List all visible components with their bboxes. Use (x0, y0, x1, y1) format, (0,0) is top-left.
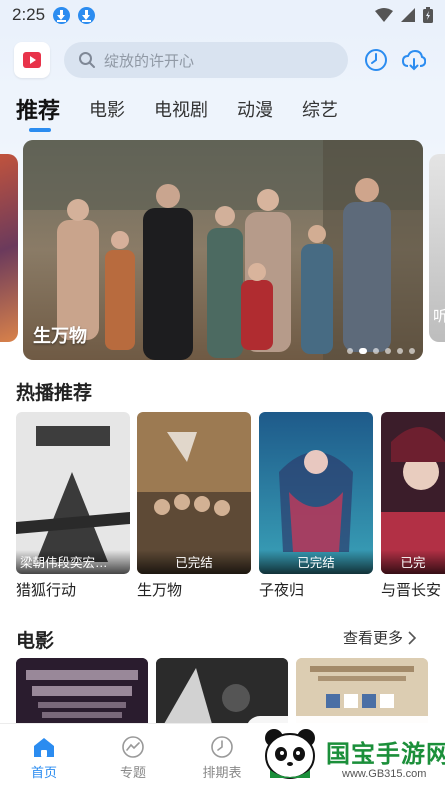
download-icon (53, 6, 71, 24)
card-title: 与晋长安 (381, 582, 442, 599)
status-indicators (375, 7, 433, 23)
tab-movies[interactable]: 电影 (89, 90, 125, 122)
banner-slide[interactable]: 生万物 (23, 140, 423, 360)
nav-home[interactable]: 首页 (14, 736, 74, 781)
history-clock-icon[interactable] (364, 48, 388, 72)
home-icon (34, 738, 54, 757)
carousel-dots (347, 348, 415, 354)
hot-section-title: 热播推荐 (16, 383, 93, 404)
banner-next-peek-text: 听 (433, 308, 445, 325)
carousel-dot[interactable] (385, 348, 391, 354)
site-watermark: 国宝手游网 www.GB315.com (246, 716, 445, 791)
tab-recommend[interactable]: 推荐 (16, 90, 60, 132)
list-item[interactable]: 已完 与晋长安 (381, 412, 445, 600)
tab-variety[interactable]: 综艺 (302, 90, 338, 122)
category-tabs: 推荐 电影 电视剧 动漫 综艺 (0, 90, 445, 134)
poster-tag: 已完结 (137, 550, 251, 574)
cloud-download-icon[interactable] (402, 48, 426, 72)
search-placeholder: 绽放的许开心 (104, 52, 195, 70)
nav-schedule-label: 排期表 (202, 765, 242, 780)
status-time: 2:25 (12, 5, 46, 24)
card-title: 子夜归 (259, 582, 305, 599)
clock-icon (211, 736, 233, 758)
watermark-title: 国宝手游网 (326, 741, 445, 768)
poster: 已完 (381, 412, 445, 574)
view-more-link[interactable]: 查看更多 (343, 627, 417, 648)
hot-list: 梁朝伟段奕宏… 猎狐行动 已完结 生万物 已完结 子夜归 已完 与晋长安 (16, 412, 445, 602)
carousel-dot-active[interactable] (359, 348, 367, 354)
carousel-dot[interactable] (409, 348, 415, 354)
banner-prev-peek[interactable] (0, 154, 18, 342)
poster-tag: 梁朝伟段奕宏… (16, 550, 130, 574)
poster: 梁朝伟段奕宏… (16, 412, 130, 574)
carousel-dot[interactable] (347, 348, 353, 354)
banner-next-peek[interactable]: 听 (429, 154, 445, 342)
trend-icon (122, 736, 144, 758)
movie-poster[interactable] (16, 658, 148, 728)
card-title: 生万物 (137, 582, 183, 599)
download-icon (78, 6, 96, 24)
tab-anime[interactable]: 动漫 (237, 90, 273, 122)
poster: 已完结 (259, 412, 373, 574)
carousel-dot[interactable] (373, 348, 379, 354)
list-item[interactable]: 已完结 生万物 (137, 412, 251, 600)
poster-tag: 已完 (381, 550, 445, 574)
movie-section-title: 电影 (16, 631, 55, 652)
view-more-label: 查看更多 (343, 630, 404, 647)
battery-icon (423, 7, 433, 23)
app-screen: 2:25 绽放的许开心 推荐 电影 电视剧 动漫 综艺 生万物 听 热播推荐 梁… (0, 0, 445, 791)
carousel-dot[interactable] (397, 348, 403, 354)
watermark-url: www.GB315.com (342, 768, 427, 780)
poster: 已完结 (137, 412, 251, 574)
search-icon (79, 52, 95, 68)
nav-topics-label: 专题 (119, 765, 146, 780)
wifi-icon (375, 8, 393, 22)
nav-home-label: 首页 (30, 765, 57, 780)
banner-carousel: 生万物 听 (0, 134, 445, 366)
poster-image (16, 658, 148, 728)
nav-topics[interactable]: 专题 (103, 736, 163, 781)
nav-schedule[interactable]: 排期表 (192, 736, 252, 781)
card-title: 猎狐行动 (16, 582, 77, 599)
list-item[interactable]: 已完结 子夜归 (259, 412, 373, 600)
app-logo[interactable] (14, 42, 50, 78)
search-bar[interactable]: 绽放的许开心 (64, 42, 348, 78)
chevron-right-icon (408, 630, 417, 645)
top-header: 绽放的许开心 (0, 30, 445, 90)
tab-tv-series[interactable]: 电视剧 (154, 90, 208, 122)
poster-tag: 已完结 (259, 550, 373, 574)
cellular-icon (401, 8, 415, 22)
status-bar: 2:25 (0, 0, 445, 30)
panda-logo-icon (265, 729, 315, 779)
banner-title: 生万物 (33, 326, 87, 346)
list-item[interactable]: 梁朝伟段奕宏… 猎狐行动 (16, 412, 130, 600)
